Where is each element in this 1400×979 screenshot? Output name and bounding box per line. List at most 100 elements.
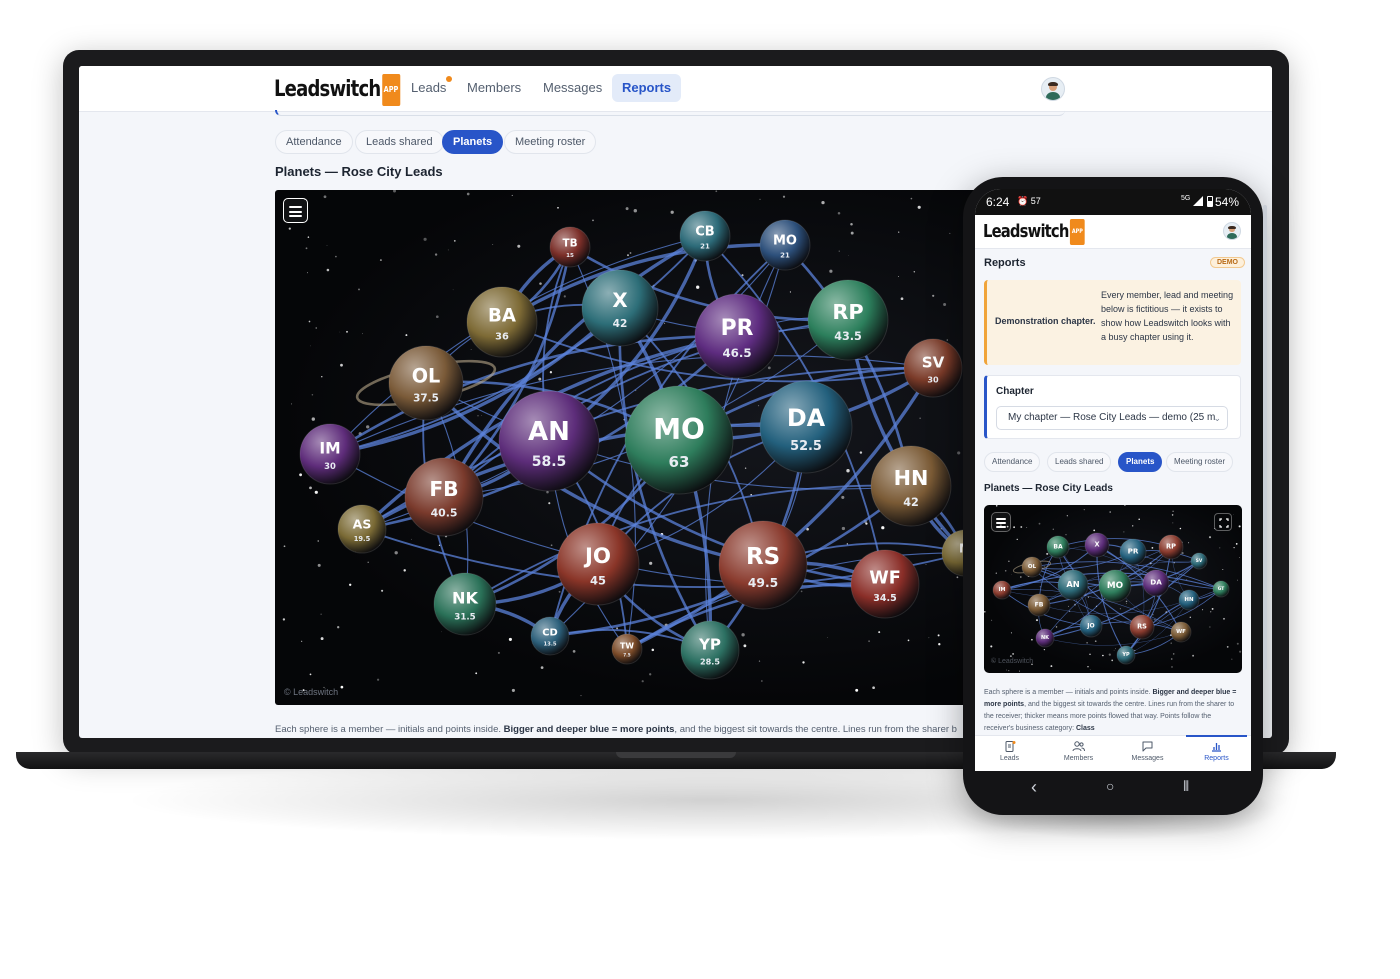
planet-points: 37.5 [413,393,439,405]
bottom-tab-leads[interactable]: Leads [975,736,1044,771]
planet-nk: NK [1035,628,1055,648]
phone-menu-icon[interactable] [991,512,1011,532]
planet-points: 49.5 [748,576,778,590]
planet-im: IM [992,580,1012,600]
laptop-notch [616,752,736,758]
chevron-down-icon: ⌄ [1213,413,1221,423]
phone-planets-visualization[interactable]: BA X PR RP OL AN MO DA HN IM FB SV GT NK JO RS WF YP © Le… [984,505,1242,673]
planet-initials: AN [528,417,570,447]
tab-planets[interactable]: Planets [442,130,504,154]
bar-chart-icon [1212,743,1221,752]
tab-meeting-roster[interactable]: Meeting roster [504,130,597,154]
planet-initials: IM [999,587,1006,593]
tab-attendance[interactable]: Attendance [275,130,353,154]
nav-members[interactable]: Members [457,74,531,102]
menu-icon[interactable] [283,198,308,223]
planet-points: 40.5 [431,507,458,520]
back-gesture-icon[interactable]: ‹ [1031,777,1037,798]
planet-points: 13.5 [543,642,556,648]
planet-initials: PR [1128,547,1139,556]
demo-label: Demonstration chapter. [995,316,1096,326]
planet-rp: RP 43.5 [807,279,889,361]
planet-im: IM 30 [299,423,361,485]
phone-app-logo[interactable]: Leadswitch APP [983,219,1085,245]
planet-initials: MO [653,413,705,446]
planet-wf: WF [1170,621,1192,643]
planet-x: X [1084,532,1110,558]
phone-planets-graph: BA X PR RP OL AN MO DA HN IM FB SV GT NK JO RS WF YP [984,505,1242,672]
planet-mo: MO [1098,569,1132,603]
phone-tab-attendance[interactable]: Attendance [984,452,1041,472]
network-label: 5G [1181,195,1191,202]
demo-badge: DEMO [1210,257,1245,268]
planet-points: 36 [495,332,509,343]
bottom-tab-members[interactable]: Members [1044,736,1113,771]
planet-initials: NK [1041,635,1050,641]
bottom-tab-messages[interactable]: Messages [1113,736,1182,771]
phone-tab-leads-shared[interactable]: Leads shared [1047,452,1112,472]
planet-points: 30 [927,375,939,385]
planet-initials: RP [1166,542,1176,550]
planet-as: AS 19.5 [337,504,387,554]
planet-initials: DA [1150,578,1162,587]
planet-initials: OL [1028,564,1037,570]
planet-pr: PR [1119,538,1147,566]
planet-tb: TB 15 [549,226,591,268]
phone-page-title: Reports [984,257,1026,269]
planet-initials: HN [894,466,929,490]
planet-points: 58.5 [532,454,567,470]
planet-sv: SV [1190,552,1208,570]
chapter-select[interactable]: My chapter — Rose City Leads — demo (25 … [996,406,1228,430]
fullscreen-icon[interactable] [1214,513,1232,531]
app-logo[interactable]: Leadswitch APP [274,74,400,106]
status-icons-left: ⏰ 57 [1017,196,1041,206]
people-icon [1072,741,1085,752]
tab-attendance-label: Attendance [286,136,342,148]
planet-initials: SV [922,353,945,371]
nav-reports[interactable]: Reports [612,74,682,102]
planet-initials: YP [1121,652,1130,658]
logo-text: Leadswitch [274,77,381,102]
planet-initials: WF [869,568,901,588]
bottom-tab-messages-label: Messages [1131,755,1164,762]
planet-initials: MO [773,234,797,249]
planet-initials: CD [542,628,557,639]
planet-points: 42 [613,318,628,330]
nav-members-label: Members [467,80,522,95]
planet-initials: NK [452,588,478,607]
planet-points: 34.5 [873,593,896,604]
planet-initials: BA [1053,543,1063,550]
home-gesture-icon[interactable]: ○ [1106,778,1114,794]
planet-yp: YP 28.5 [680,620,740,680]
phone-tab-meeting-roster[interactable]: Meeting roster [1166,452,1234,472]
planet-initials: FB [429,477,458,501]
planet-ba: BA 36 [466,286,538,358]
planet-hn: HN 42 [870,445,952,527]
page-title: Planets — Rose City Leads [275,164,443,179]
planet-initials: DA [787,404,826,432]
phone-user-avatar[interactable] [1223,222,1241,240]
planet-initials: IM [319,439,340,457]
planet-initials: TB [562,238,577,250]
planet-da: DA 52.5 [759,380,853,474]
phone-tab-planets[interactable]: Planets [1118,452,1163,472]
user-avatar[interactable] [1041,77,1065,101]
planet-fb: FB [1027,593,1051,617]
planet-points: 31.5 [454,613,475,623]
planet-initials: CB [695,225,714,240]
phone-tab-meeting-roster-label: Meeting roster [1174,457,1226,466]
collapsed-panel-edge [275,110,1065,116]
phone-tab-planets-label: Planets [1126,457,1155,466]
planet-rs: RS 49.5 [718,520,808,610]
top-navigation: Leadswitch APP Leads Members Messages Rep… [79,66,1272,112]
bottom-tab-members-label: Members [1063,755,1094,762]
bottom-tab-reports[interactable]: Reports [1182,735,1251,771]
bottom-tab-reports-label: Reports [1204,755,1229,762]
battery-icon [1207,196,1213,207]
tab-leads-shared[interactable]: Leads shared [355,130,444,154]
planet-jo: JO 45 [556,522,640,606]
phone-header: Leadswitch APP [975,215,1251,249]
recent-apps-icon[interactable]: ⦀ [1183,778,1189,795]
nav-messages[interactable]: Messages [533,74,612,102]
scrollbar[interactable] [1263,205,1267,670]
